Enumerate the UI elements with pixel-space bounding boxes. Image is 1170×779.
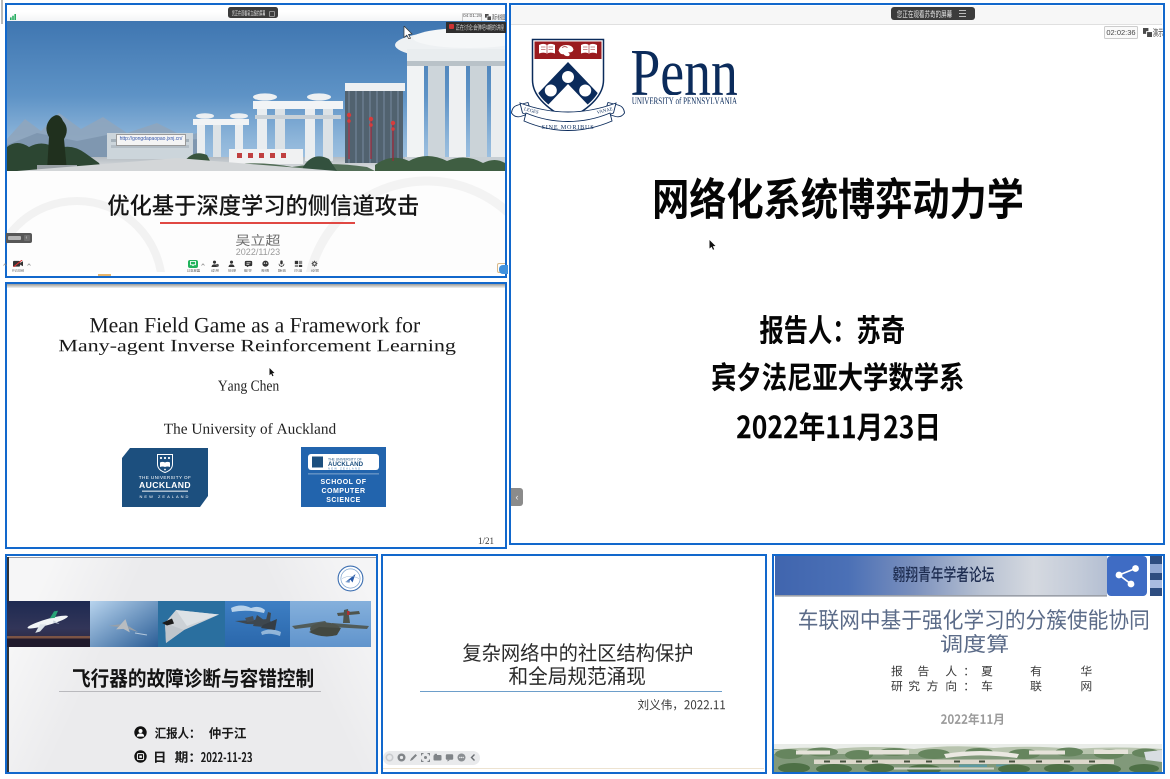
- svg-text:NEW ZEALAND: NEW ZEALAND: [328, 467, 361, 471]
- svg-text:SCHOOL OF: SCHOOL OF: [321, 479, 367, 486]
- svg-text:SINE MORIBUS: SINE MORIBUS: [541, 124, 594, 131]
- svg-text:AUCKLAND: AUCKLAND: [139, 480, 191, 490]
- svg-text:SCIENCE: SCIENCE: [326, 497, 361, 504]
- svg-text:COMPUTER: COMPUTER: [321, 488, 365, 495]
- svg-text:NEW ZEALAND: NEW ZEALAND: [140, 494, 191, 499]
